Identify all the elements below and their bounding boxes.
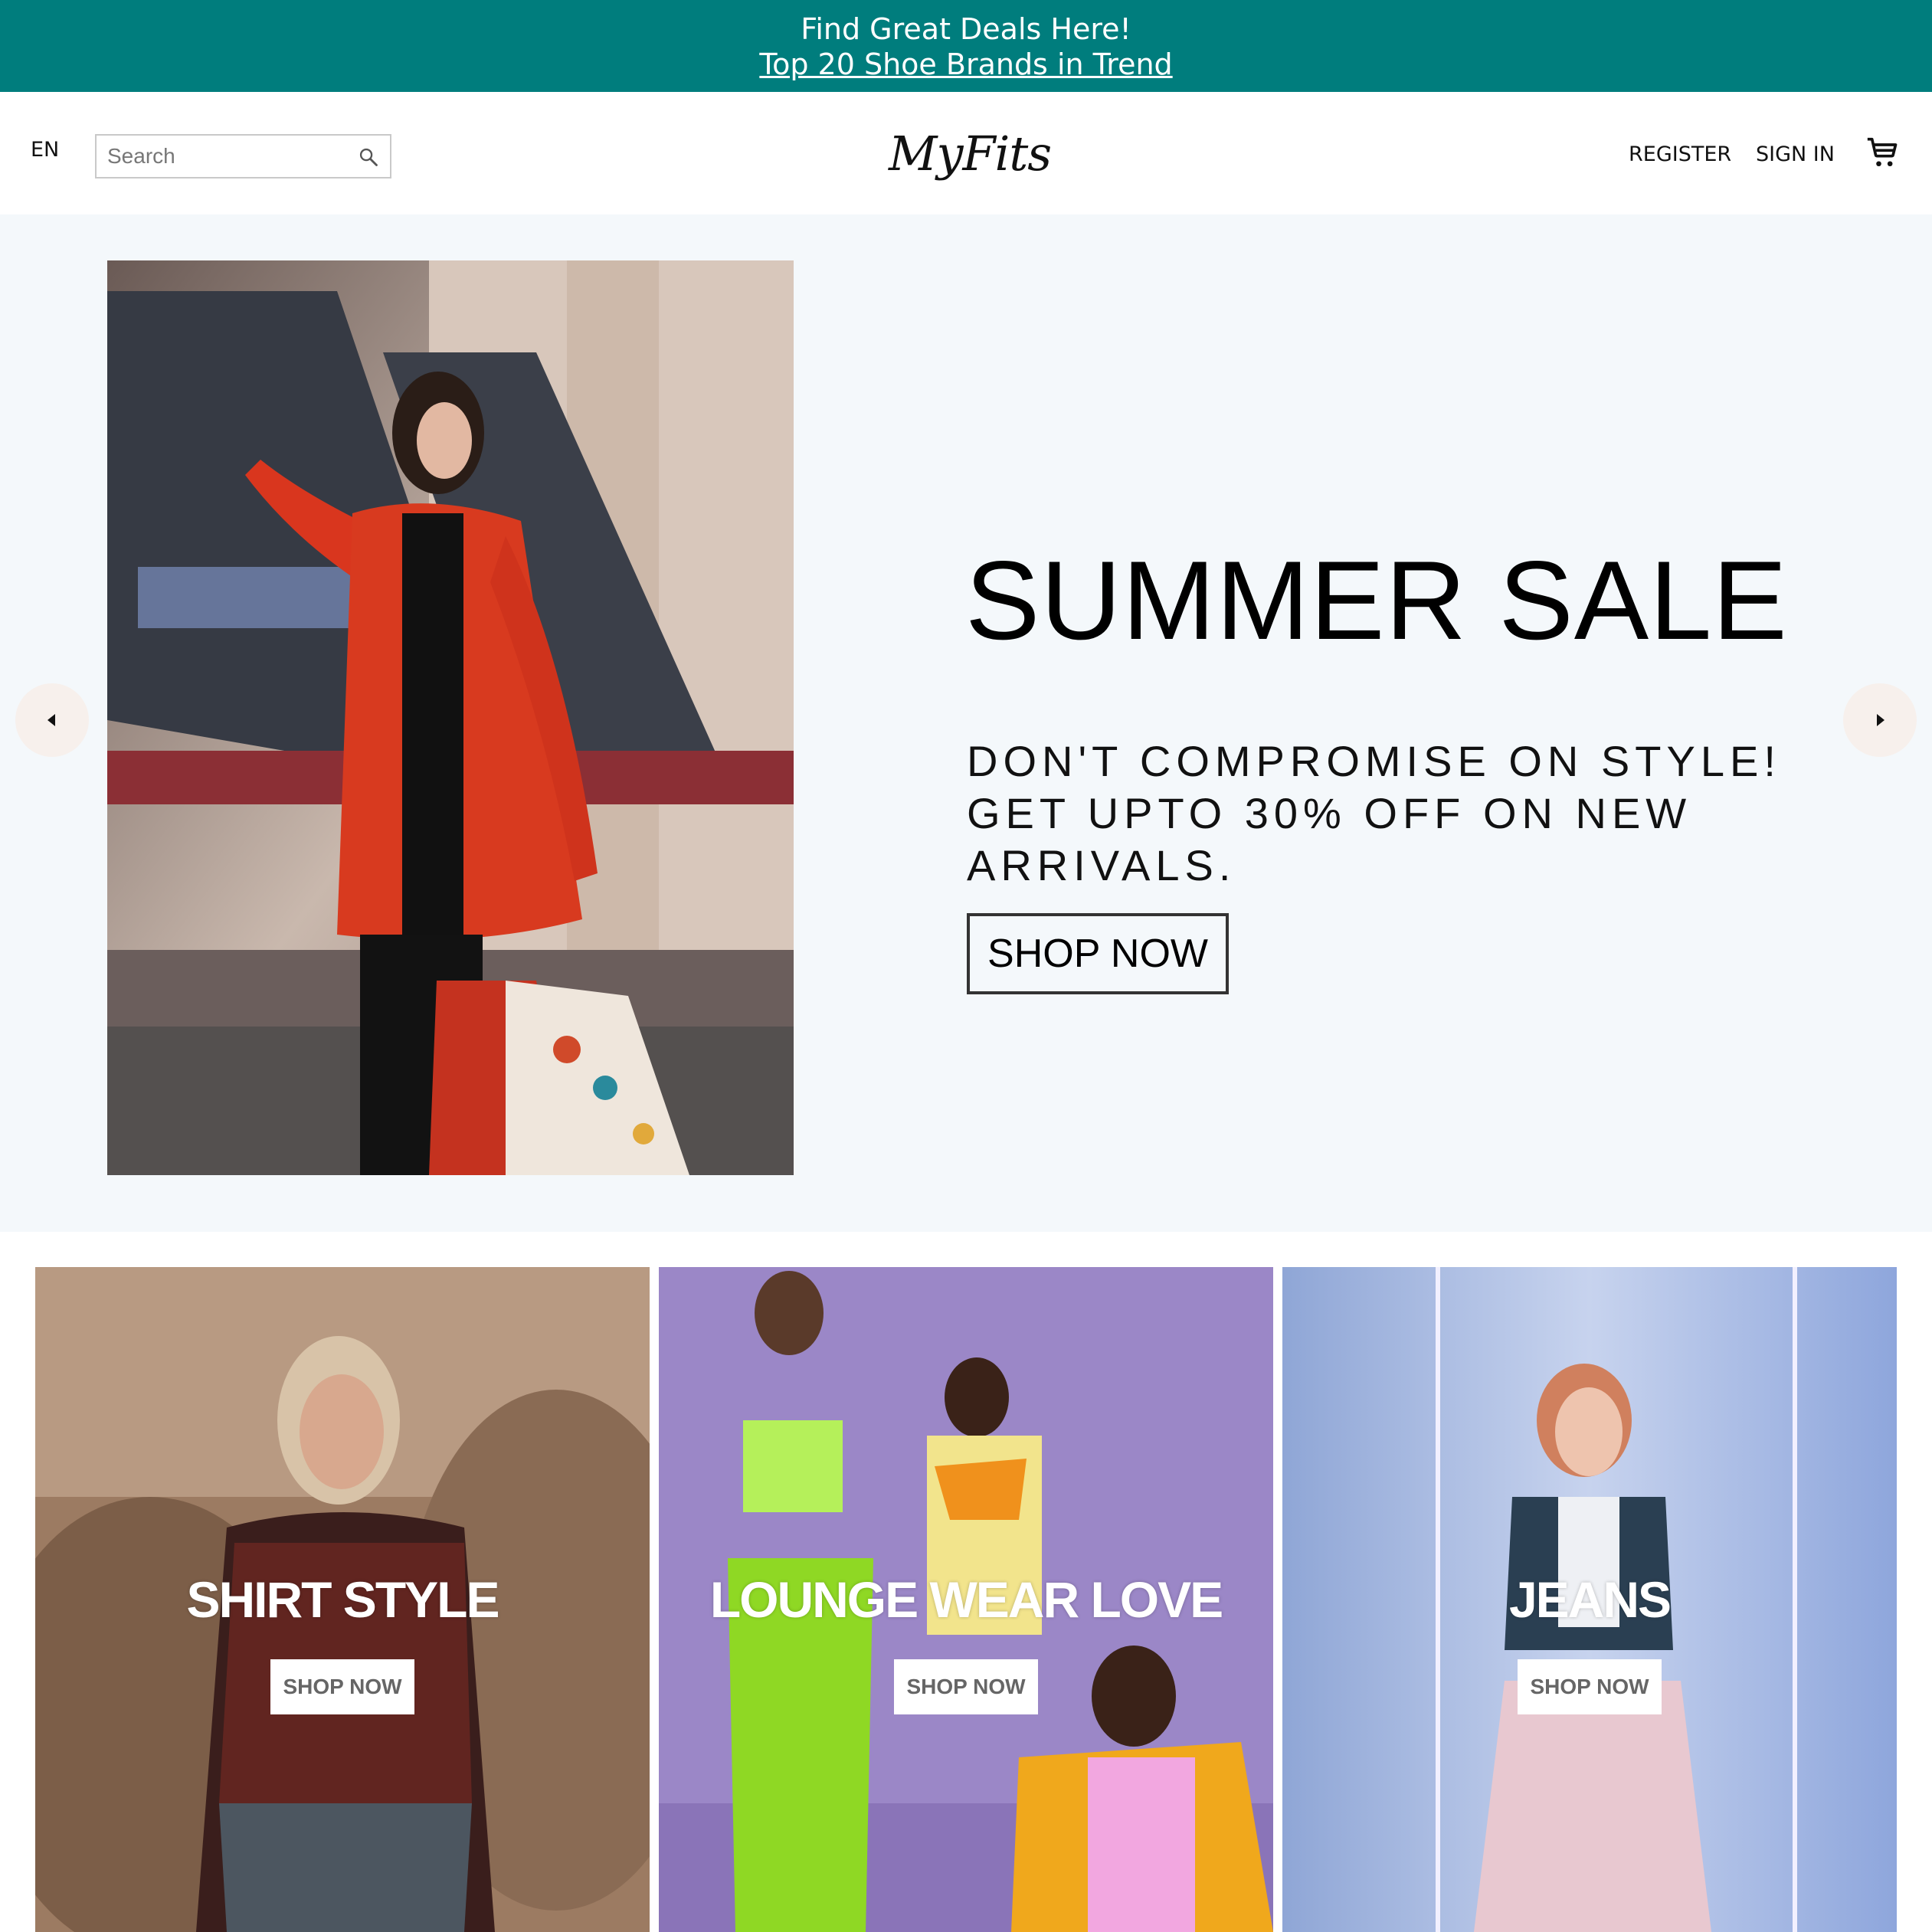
category-shop-now-button[interactable]: SHOP NOW (894, 1659, 1038, 1714)
category-shop-now-button[interactable]: SHOP NOW (1518, 1659, 1662, 1714)
sign-in-link[interactable]: SIGN IN (1756, 142, 1835, 166)
hero-shop-now-button[interactable]: SHOP NOW (967, 913, 1229, 994)
site-logo[interactable]: MyFits (889, 126, 1052, 187)
hero-subtitle: DON'T COMPROMISE ON STYLE! GET UPTO 30% … (967, 737, 1781, 889)
category-tile-shirt-style[interactable]: SHIRT STYLE SHOP NOW (35, 1267, 650, 1932)
search-box (95, 134, 391, 178)
announcement-text: Find Great Deals Here! (801, 12, 1131, 46)
announcement-link[interactable]: Top 20 Shoe Brands in Trend (0, 46, 1932, 83)
search-input[interactable] (97, 136, 342, 177)
announcement-bar: Find Great Deals Here! Top 20 Shoe Brand… (0, 0, 1932, 92)
chevron-right-icon (1877, 714, 1885, 726)
search-icon[interactable] (358, 146, 379, 168)
category-title: SHIRT STYLE (186, 1571, 499, 1628)
hero-banner: SUMMER SALE DON'T COMPROMISE ON STYLE! G… (0, 214, 1932, 1232)
register-link[interactable]: REGISTER (1629, 142, 1731, 166)
hero-image (107, 260, 794, 1175)
category-shop-now-button[interactable]: SHOP NOW (270, 1659, 414, 1714)
language-selector[interactable]: EN (31, 138, 59, 162)
hero-title: SUMMER SALE (965, 538, 1788, 663)
category-title: LOUNGE WEAR LOVE (709, 1571, 1223, 1628)
site-header: EN MyFits REGISTER SIGN IN (0, 92, 1932, 214)
category-title: JEANS (1508, 1571, 1672, 1628)
cart-icon[interactable] (1866, 136, 1900, 170)
carousel-prev-button[interactable] (15, 683, 89, 757)
category-tile-lounge-wear[interactable]: LOUNGE WEAR LOVE SHOP NOW (659, 1267, 1273, 1932)
category-tile-jeans[interactable]: JEANS SHOP NOW (1282, 1267, 1897, 1932)
chevron-left-icon (47, 714, 55, 726)
